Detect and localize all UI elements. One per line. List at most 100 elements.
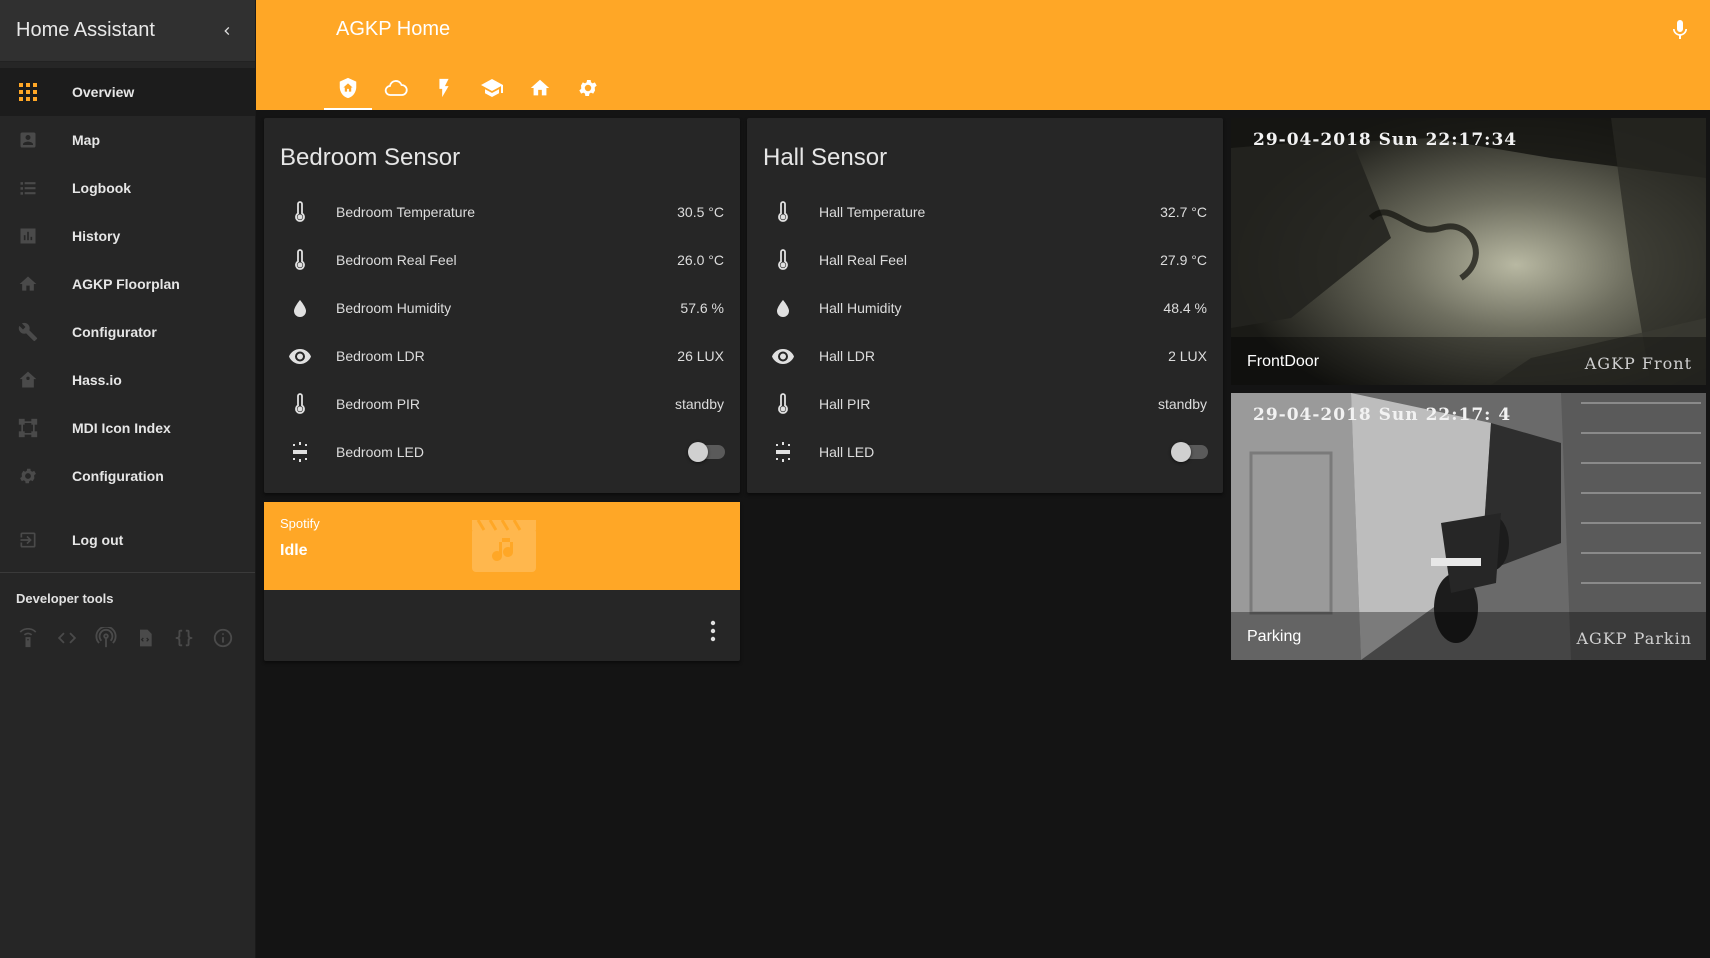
home-icon — [16, 272, 40, 296]
entity-row-hall-pir[interactable]: Hall PIR standby — [763, 380, 1207, 428]
entity-row-hall-led: Hall LED — [763, 428, 1208, 476]
entity-row-bedroom-pir[interactable]: Bedroom PIR standby — [280, 380, 724, 428]
dots-vertical-icon — [710, 620, 716, 642]
tab-settings[interactable] — [564, 66, 612, 110]
sidebar-item-mdi-icon-index[interactable]: MDI Icon Index — [0, 404, 255, 452]
water-icon — [280, 296, 320, 320]
sidebar: Home Assistant Overview Map Logbook Hist… — [0, 0, 256, 958]
card-title: Hall Sensor — [763, 144, 888, 171]
eye-icon — [280, 344, 320, 368]
led-strip-icon — [763, 440, 803, 464]
page-title: AGKP Home — [336, 18, 451, 40]
thermometer-icon — [280, 200, 320, 224]
entity-row-hall-real-feel[interactable]: Hall Real Feel 27.9 °C — [763, 236, 1207, 284]
tab-home[interactable] — [516, 66, 564, 110]
home-assistant-icon — [16, 368, 40, 392]
entity-list: Bedroom Temperature 30.5 °C Bedroom Real… — [280, 188, 725, 476]
exit-to-app-icon — [16, 528, 40, 552]
entity-name: Bedroom LED — [336, 444, 424, 460]
entity-value: 30.5 °C — [677, 204, 724, 220]
sidebar-item-label: Configurator — [72, 324, 157, 340]
bedroom-led-toggle[interactable] — [688, 442, 725, 462]
sidebar-item-label: Logbook — [72, 180, 132, 196]
sidebar-item-hassio[interactable]: Hass.io — [0, 356, 255, 404]
tab-security[interactable] — [324, 66, 372, 110]
microphone-icon — [1673, 20, 1687, 39]
card-title: Bedroom Sensor — [280, 144, 461, 171]
file-xml-icon[interactable] — [133, 626, 157, 650]
sidebar-item-map[interactable]: Map — [0, 116, 255, 164]
sidebar-item-label: AGKP Floorplan — [72, 276, 180, 292]
code-braces-icon[interactable] — [172, 626, 196, 650]
bedroom-sensor-card: Bedroom Sensor Bedroom Temperature 30.5 … — [264, 118, 740, 493]
sidebar-item-agkp-floorplan[interactable]: AGKP Floorplan — [0, 260, 255, 308]
remote-icon[interactable] — [16, 626, 40, 650]
entity-value: 48.4 % — [1163, 300, 1207, 316]
code-tags-icon[interactable] — [55, 626, 79, 650]
entity-row-hall-humidity[interactable]: Hall Humidity 48.4 % — [763, 284, 1207, 332]
app-title: Home Assistant — [16, 19, 155, 41]
entity-row-bedroom-humidity[interactable]: Bedroom Humidity 57.6 % — [280, 284, 724, 332]
sidebar-item-overview[interactable]: Overview — [0, 68, 255, 116]
entity-value: 27.9 °C — [1160, 252, 1207, 268]
entity-row-bedroom-real-feel[interactable]: Bedroom Real Feel 26.0 °C — [280, 236, 724, 284]
radio-tower-icon[interactable] — [94, 626, 118, 650]
entity-value: standby — [674, 396, 724, 412]
sidebar-item-label: Log out — [72, 532, 124, 548]
sidebar-item-label: Overview — [72, 84, 135, 100]
entity-list: Hall Temperature 32.7 °C Hall Real Feel … — [763, 188, 1208, 476]
settings-icon — [579, 80, 597, 96]
view-tabs — [324, 66, 612, 110]
entity-row-bedroom-ldr[interactable]: Bedroom LDR 26 LUX — [280, 332, 724, 380]
home-icon — [530, 79, 550, 96]
app-header: AGKP Home — [256, 0, 1710, 110]
entity-row-bedroom-temperature[interactable]: Bedroom Temperature 30.5 °C — [280, 188, 724, 236]
water-icon — [763, 296, 803, 320]
microphone-button[interactable] — [1668, 18, 1692, 42]
entity-value: 57.6 % — [680, 300, 724, 316]
info-outline-icon[interactable] — [211, 626, 235, 650]
sidebar-item-configurator[interactable]: Configurator — [0, 308, 255, 356]
school-icon — [481, 79, 503, 97]
led-strip-icon — [280, 440, 320, 464]
entity-value: 26 LUX — [677, 348, 724, 364]
sidebar-item-logbook[interactable]: Logbook — [0, 164, 255, 212]
collapse-sidebar-button[interactable] — [215, 19, 239, 43]
poll-box-icon — [16, 224, 40, 248]
entity-row-hall-temperature[interactable]: Hall Temperature 32.7 °C — [763, 188, 1207, 236]
camera-timestamp: 29-04-2018 Sun 22:17:34 — [1253, 130, 1518, 150]
account-box-icon — [16, 128, 40, 152]
entity-name: Hall Humidity — [819, 300, 902, 316]
media-source: Spotify — [280, 516, 320, 531]
entity-row-hall-ldr[interactable]: Hall LDR 2 LUX — [763, 332, 1207, 380]
entity-name: Bedroom PIR — [336, 396, 421, 412]
spotify-media-card: Spotify Idle — [264, 502, 740, 661]
camera-parking[interactable]: 29-04-2018 Sun 22:17: 4 Parking AGKP Par… — [1231, 393, 1706, 660]
tab-school[interactable] — [468, 66, 516, 110]
music-box-icon — [472, 520, 536, 572]
entity-row-bedroom-led: Bedroom LED — [280, 428, 725, 476]
tab-energy[interactable] — [420, 66, 468, 110]
entity-name: Bedroom Temperature — [336, 204, 476, 220]
more-options-button[interactable] — [710, 620, 716, 642]
format-list-bulleted-icon — [16, 176, 40, 200]
camera-watermark: AGKP Parkin — [1576, 629, 1692, 648]
shield-home-icon — [339, 77, 357, 99]
sidebar-item-history[interactable]: History — [0, 212, 255, 260]
sidebar-item-label: Map — [72, 132, 100, 148]
sidebar-item-configuration[interactable]: Configuration — [0, 452, 255, 500]
cloud-outline-icon — [384, 80, 408, 96]
camera-watermark: AGKP Front — [1584, 354, 1692, 373]
entity-value: 32.7 °C — [1160, 204, 1207, 220]
camera-frontdoor[interactable]: 29-04-2018 Sun 22:17:34 FrontDoor AGKP F… — [1231, 118, 1706, 385]
eye-icon — [763, 344, 803, 368]
wrench-icon — [16, 320, 40, 344]
sidebar-item-label: Configuration — [72, 468, 164, 484]
media-state: Idle — [280, 542, 308, 559]
tab-weather[interactable] — [372, 66, 420, 110]
media-player-banner[interactable]: Spotify Idle — [264, 502, 740, 590]
sidebar-header: Home Assistant — [0, 0, 255, 62]
thermometer-icon — [763, 200, 803, 224]
hall-led-toggle[interactable] — [1171, 442, 1208, 462]
sidebar-item-logout[interactable]: Log out — [0, 516, 255, 564]
